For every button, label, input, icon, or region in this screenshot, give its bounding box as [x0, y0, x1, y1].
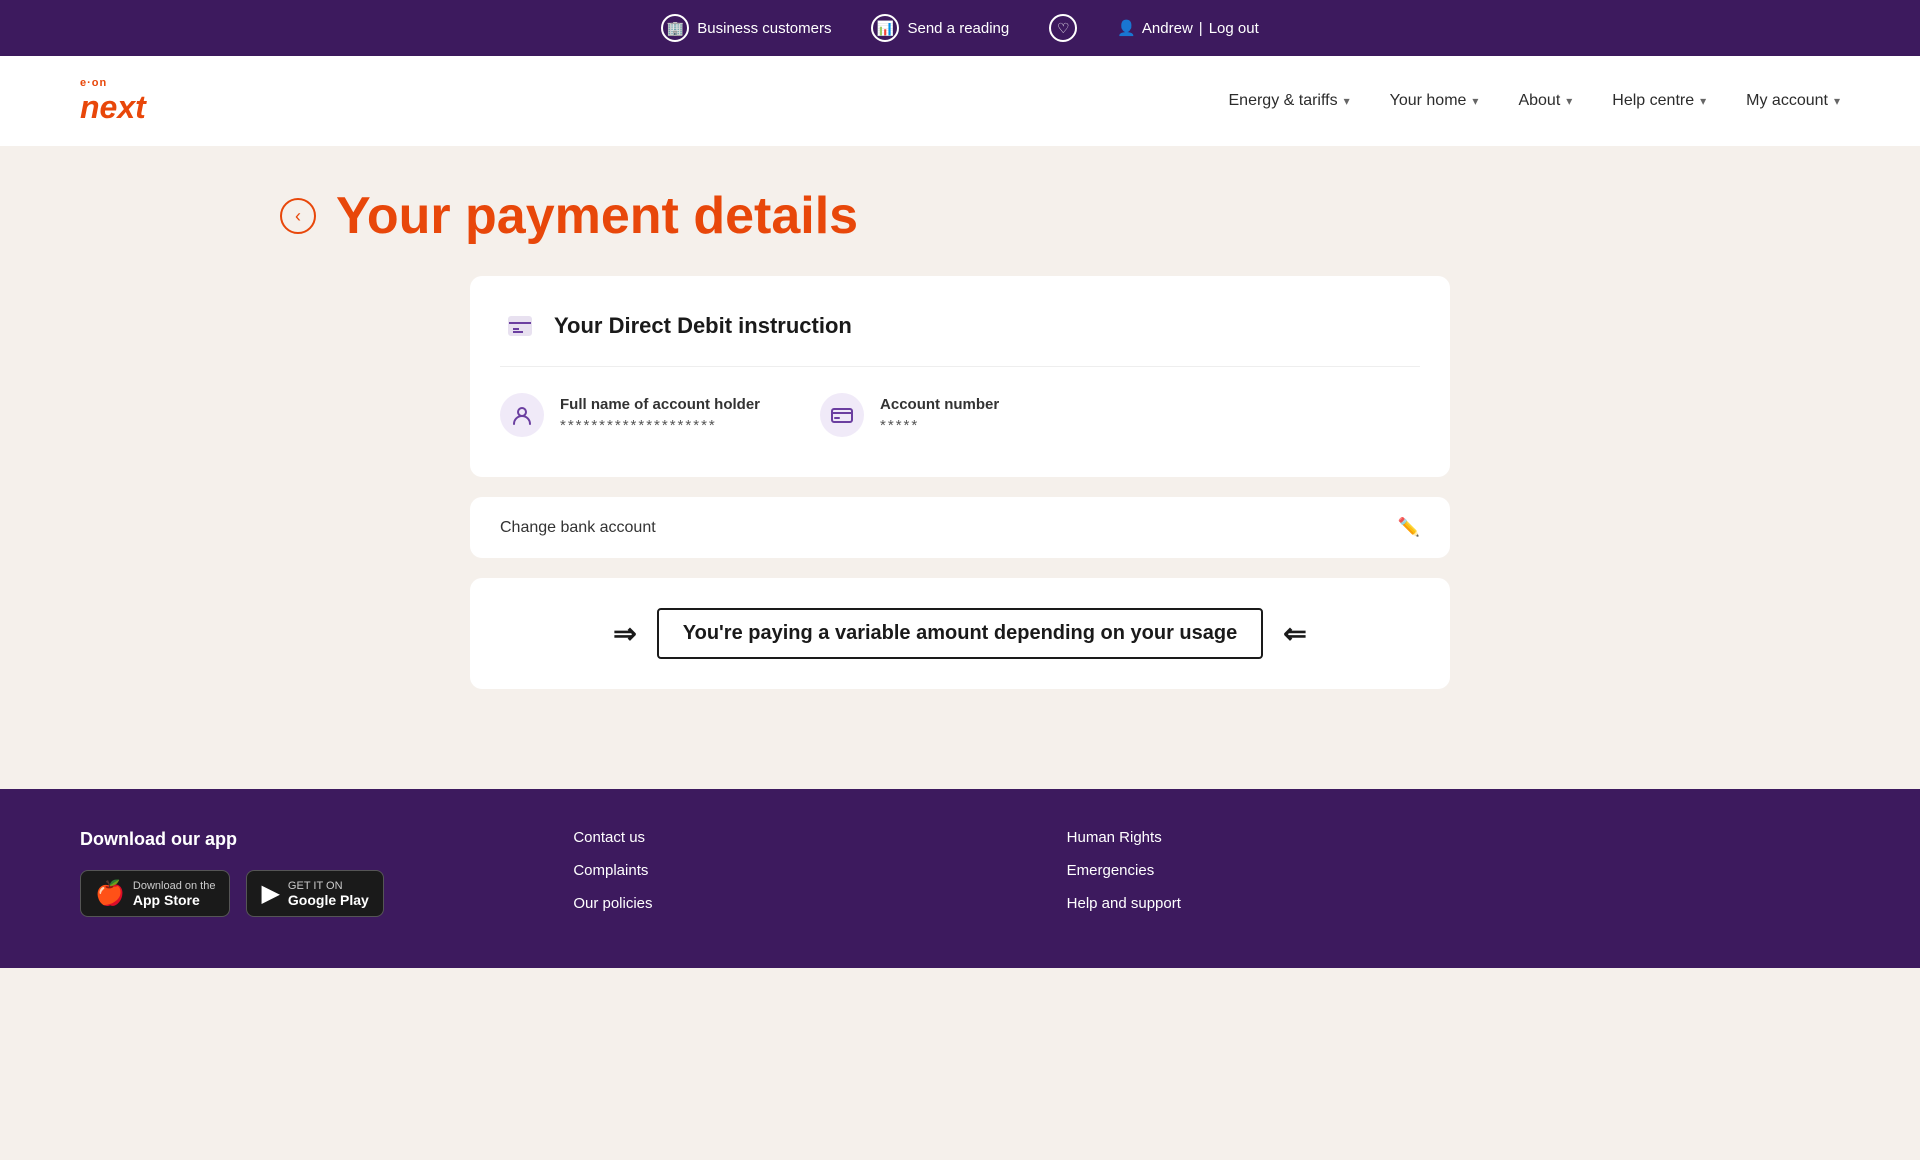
main-nav: e·on next Energy & tariffs ▾ Your home ▾…	[0, 56, 1920, 146]
change-bank-row[interactable]: Change bank account ✏️	[470, 497, 1450, 558]
user-section: 👤 Andrew | Log out	[1117, 19, 1259, 37]
top-bar: 🏢 Business customers 📊 Send a reading ♡ …	[0, 0, 1920, 56]
nav-my-account[interactable]: My account ▾	[1746, 92, 1840, 110]
full-name-info: Full name of account holder ************…	[560, 396, 760, 434]
user-icon: 👤	[1117, 19, 1136, 37]
nav-items: Energy & tariffs ▾ Your home ▾ About ▾ H…	[1229, 92, 1841, 110]
app-store-badge[interactable]: 🍎 Download on the App Store	[80, 870, 230, 917]
card-fields: Full name of account holder ************…	[500, 383, 1420, 447]
business-icon: 🏢	[661, 14, 689, 42]
nav-energy-tariffs[interactable]: Energy & tariffs ▾	[1229, 92, 1350, 110]
page-header: ‹ Your payment details	[80, 186, 1840, 246]
nav-about[interactable]: About ▾	[1518, 92, 1572, 110]
card-icon	[820, 393, 864, 437]
footer-help-support[interactable]: Help and support	[1067, 895, 1480, 912]
footer-links-col1: Contact us Complaints Our policies	[573, 829, 986, 928]
footer-contact-us[interactable]: Contact us	[573, 829, 986, 846]
nav-your-home[interactable]: Your home ▾	[1390, 92, 1479, 110]
logo[interactable]: e·on next	[80, 77, 146, 126]
page-content: ‹ Your payment details Your Direct Debit…	[0, 146, 1920, 749]
full-name-field: Full name of account holder ************…	[500, 393, 760, 437]
card-title-row: Your Direct Debit instruction	[500, 306, 1420, 346]
back-button[interactable]: ‹	[280, 198, 316, 234]
change-bank-label: Change bank account	[500, 519, 656, 537]
page-title: Your payment details	[336, 186, 858, 246]
send-reading-link[interactable]: 📊 Send a reading	[871, 14, 1009, 42]
nav-help-centre[interactable]: Help centre ▾	[1612, 92, 1706, 110]
chevron-down-icon: ▾	[1472, 94, 1478, 108]
arrow-left-icon: ⇐	[1283, 617, 1306, 650]
card-divider	[500, 366, 1420, 367]
footer-download-title: Download our app	[80, 829, 493, 850]
heart-icon-link[interactable]: ♡	[1049, 14, 1077, 42]
logo-eon: e·on	[80, 77, 146, 89]
footer-human-rights[interactable]: Human Rights	[1067, 829, 1480, 846]
variable-payment-text: You're paying a variable amount dependin…	[657, 608, 1263, 659]
direct-debit-card: Your Direct Debit instruction Full name …	[470, 276, 1450, 477]
footer-our-policies[interactable]: Our policies	[573, 895, 986, 912]
account-number-field: Account number *****	[820, 393, 999, 437]
chevron-down-icon: ▾	[1344, 94, 1350, 108]
direct-debit-title: Your Direct Debit instruction	[554, 313, 852, 339]
apple-icon: 🍎	[95, 879, 125, 908]
heart-icon: ♡	[1049, 14, 1077, 42]
footer-content: Download our app 🍎 Download on the App S…	[80, 829, 1480, 928]
business-customers-link[interactable]: 🏢 Business customers	[661, 14, 831, 42]
variable-payment-card: ⇒ You're paying a variable amount depend…	[470, 578, 1450, 689]
google-play-icon: ▶	[261, 879, 279, 908]
edit-icon[interactable]: ✏️	[1398, 517, 1420, 538]
google-play-badge[interactable]: ▶ GET IT ON Google Play	[246, 870, 383, 917]
footer-download-section: Download our app 🍎 Download on the App S…	[80, 829, 493, 928]
meter-icon: 📊	[871, 14, 899, 42]
app-badges: 🍎 Download on the App Store ▶ GET IT ON …	[80, 870, 493, 917]
footer-emergencies[interactable]: Emergencies	[1067, 862, 1480, 879]
arrow-right-icon: ⇒	[613, 617, 636, 650]
chevron-down-icon: ▾	[1834, 94, 1840, 108]
account-number-info: Account number *****	[880, 396, 999, 434]
chevron-down-icon: ▾	[1566, 94, 1572, 108]
logout-link[interactable]: Log out	[1209, 20, 1259, 37]
chevron-down-icon: ▾	[1700, 94, 1706, 108]
footer: Download our app 🍎 Download on the App S…	[0, 789, 1920, 968]
footer-complaints[interactable]: Complaints	[573, 862, 986, 879]
direct-debit-icon	[500, 306, 540, 346]
footer-links-col2: Human Rights Emergencies Help and suppor…	[1067, 829, 1480, 928]
logo-next: next	[80, 89, 146, 126]
person-icon	[500, 393, 544, 437]
